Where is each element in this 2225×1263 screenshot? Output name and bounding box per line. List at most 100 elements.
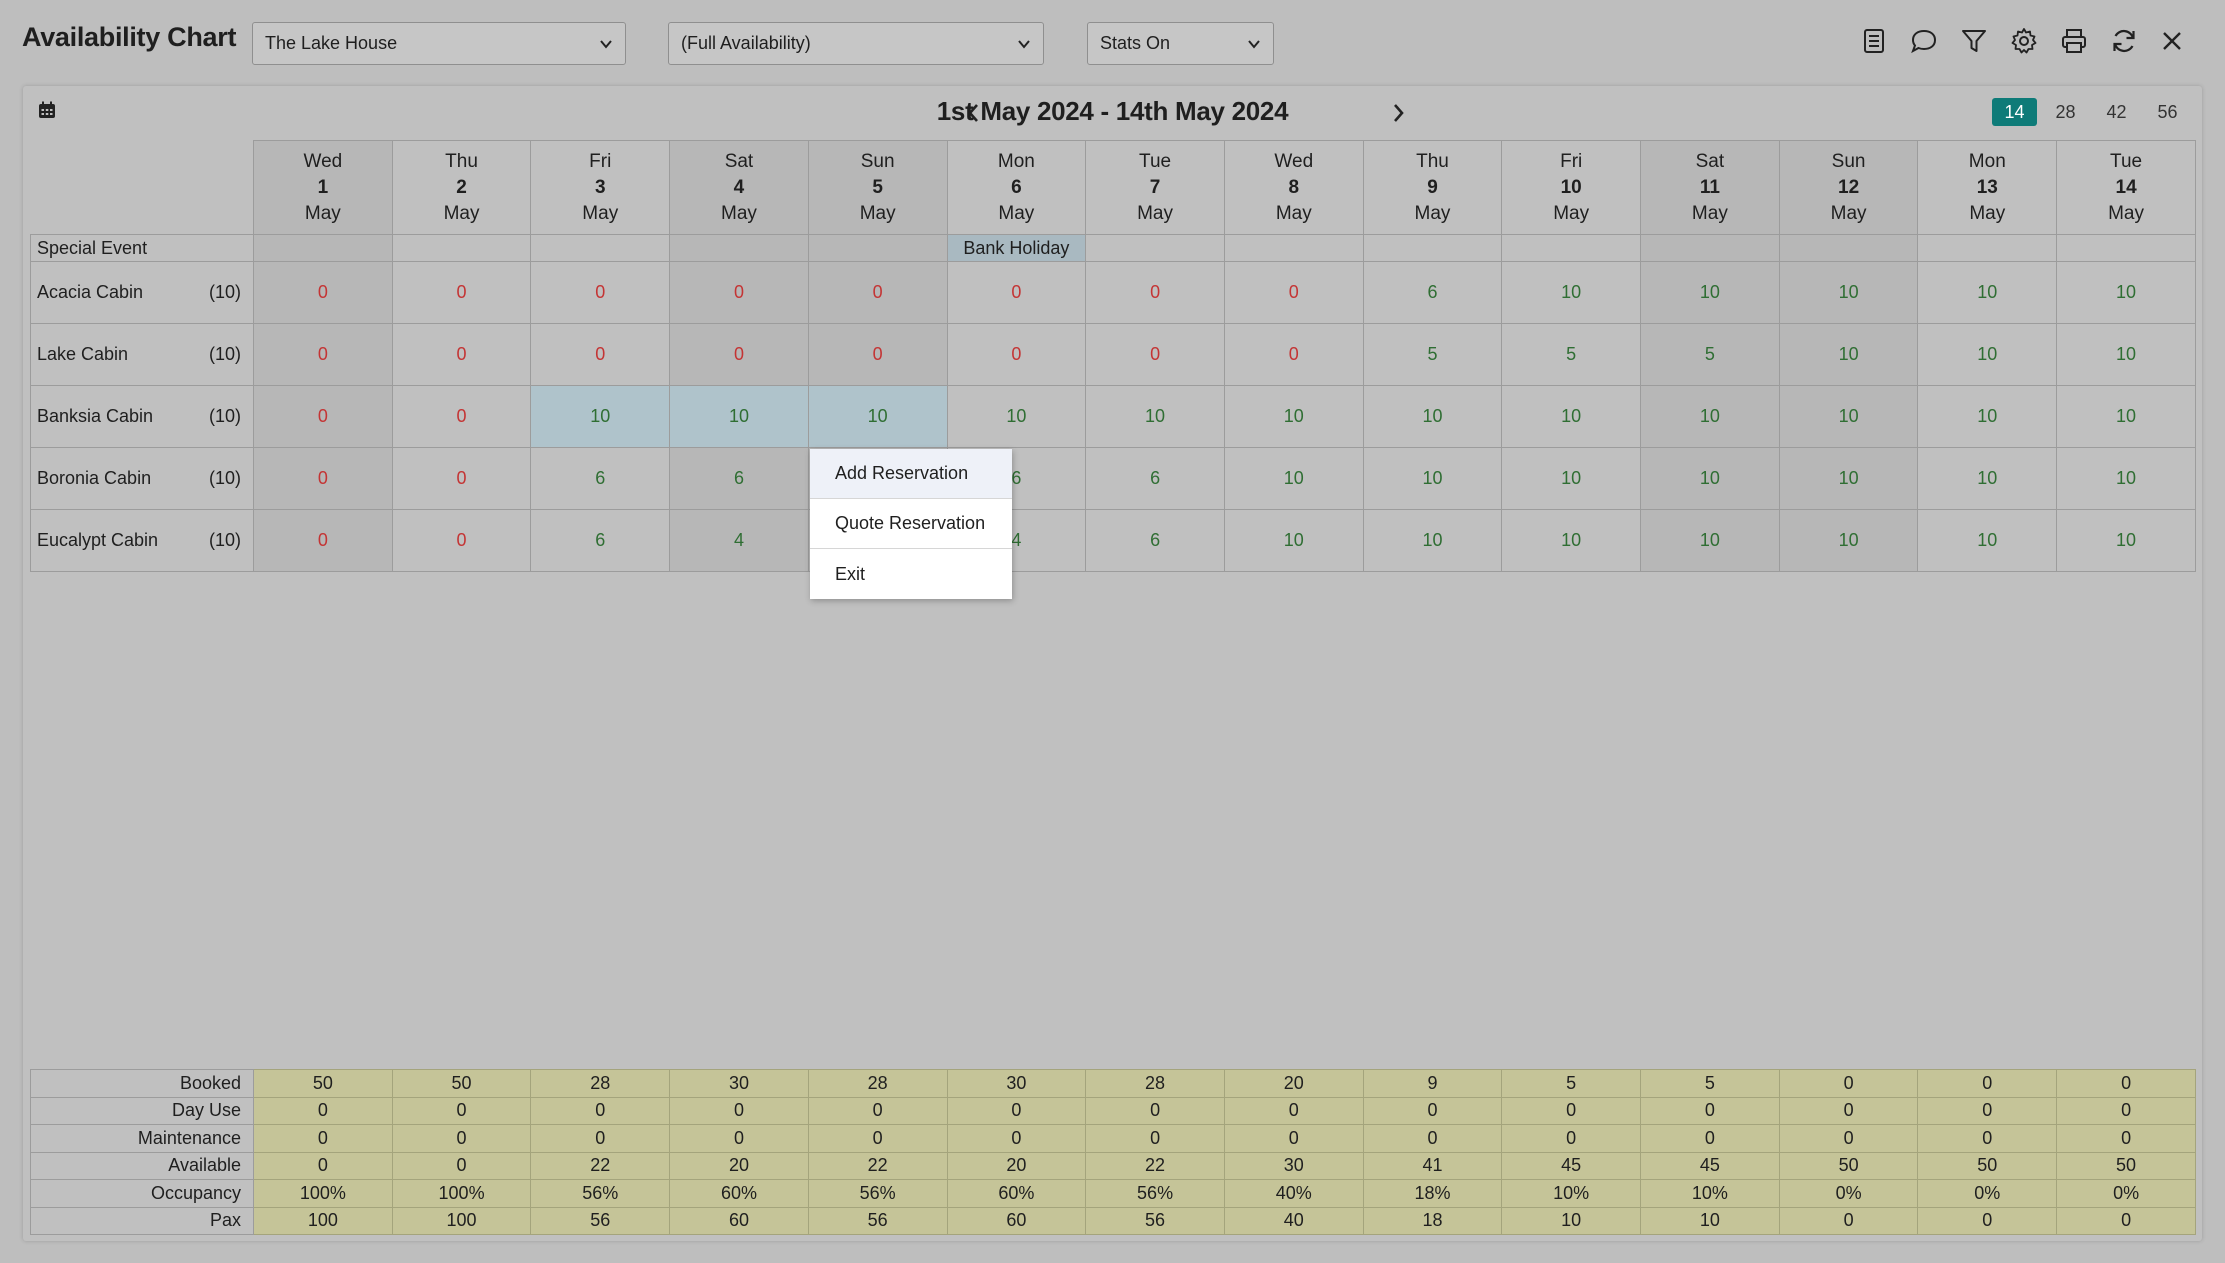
special-event-cell[interactable] — [1778, 234, 1919, 262]
availability-cell[interactable]: 5 — [1501, 323, 1642, 386]
period-14-button[interactable]: 14 — [1992, 98, 2037, 126]
refresh-icon[interactable] — [2109, 26, 2139, 56]
availability-cell[interactable]: 10 — [1917, 323, 2058, 386]
availability-cell[interactable]: 10 — [807, 385, 948, 448]
availability-cell[interactable]: 10 — [1917, 447, 2058, 510]
availability-cell[interactable]: 6 — [530, 509, 671, 572]
availability-cell[interactable]: 0 — [807, 261, 948, 324]
gear-icon[interactable] — [2009, 26, 2039, 56]
availability-cell[interactable]: 10 — [1778, 323, 1919, 386]
availability-cell[interactable]: 10 — [1778, 447, 1919, 510]
availability-cell[interactable]: 10 — [946, 385, 1087, 448]
availability-select[interactable]: (Full Availability) — [668, 22, 1044, 65]
special-event-cell[interactable] — [1223, 234, 1364, 262]
special-event-cell[interactable] — [1501, 234, 1642, 262]
availability-cell[interactable]: 10 — [1778, 385, 1919, 448]
special-event-cell[interactable] — [530, 234, 671, 262]
special-event-cell[interactable]: Bank Holiday — [946, 234, 1087, 262]
quote-reservation-menu-item[interactable]: Quote Reservation — [810, 499, 1012, 549]
availability-cell[interactable]: 10 — [1917, 509, 2058, 572]
availability-cell[interactable]: 10 — [1501, 509, 1642, 572]
availability-cell[interactable]: 0 — [391, 385, 532, 448]
availability-cell[interactable]: 0 — [530, 323, 671, 386]
close-icon[interactable] — [2157, 26, 2187, 56]
availability-cell[interactable]: 10 — [1917, 385, 2058, 448]
availability-cell[interactable]: 10 — [1640, 447, 1780, 510]
availability-cell[interactable]: 0 — [946, 261, 1087, 324]
availability-cell[interactable]: 0 — [807, 323, 948, 386]
add-reservation-menu-item[interactable]: Add Reservation — [810, 449, 1012, 499]
availability-cell[interactable]: 10 — [669, 385, 809, 448]
availability-cell[interactable]: 0 — [253, 323, 393, 386]
availability-cell[interactable]: 0 — [1085, 323, 1225, 386]
availability-cell[interactable]: 10 — [1778, 261, 1919, 324]
availability-cell[interactable]: 6 — [1362, 261, 1503, 324]
availability-cell[interactable]: 10 — [1917, 261, 2058, 324]
availability-cell[interactable]: 0 — [391, 323, 532, 386]
print-icon[interactable] — [2059, 26, 2089, 56]
availability-cell[interactable]: 10 — [1501, 385, 1642, 448]
availability-cell[interactable]: 10 — [2056, 509, 2196, 572]
special-event-cell[interactable] — [2056, 234, 2196, 262]
chat-icon[interactable] — [1909, 26, 1939, 56]
next-range-arrow[interactable] — [1387, 100, 1409, 126]
availability-cell[interactable]: 0 — [253, 447, 393, 510]
availability-cell[interactable]: 0 — [391, 261, 532, 324]
availability-cell[interactable]: 6 — [669, 447, 809, 510]
availability-cell[interactable]: 0 — [669, 323, 809, 386]
availability-cell[interactable]: 10 — [1223, 509, 1364, 572]
availability-cell[interactable]: 10 — [1640, 261, 1780, 324]
availability-cell[interactable]: 0 — [946, 323, 1087, 386]
availability-cell[interactable]: 10 — [1085, 385, 1225, 448]
special-event-cell[interactable] — [807, 234, 948, 262]
availability-cell[interactable]: 0 — [1223, 323, 1364, 386]
availability-cell[interactable]: 10 — [1223, 447, 1364, 510]
exit-menu-item[interactable]: Exit — [810, 549, 1012, 599]
period-42-button[interactable]: 42 — [2094, 98, 2139, 126]
availability-cell[interactable]: 10 — [1501, 447, 1642, 510]
special-event-cell[interactable] — [1917, 234, 2058, 262]
availability-cell[interactable]: 0 — [253, 261, 393, 324]
availability-cell[interactable]: 6 — [1085, 509, 1225, 572]
period-56-button[interactable]: 56 — [2145, 98, 2190, 126]
stat-value: 60% — [946, 1179, 1087, 1208]
availability-cell[interactable]: 10 — [1640, 509, 1780, 572]
availability-cell[interactable]: 10 — [1362, 447, 1503, 510]
availability-cell[interactable]: 5 — [1362, 323, 1503, 386]
filter-icon[interactable] — [1959, 26, 1989, 56]
property-select[interactable]: The Lake House — [252, 22, 626, 65]
stats-select[interactable]: Stats On — [1087, 22, 1274, 65]
availability-cell[interactable]: 10 — [1501, 261, 1642, 324]
availability-cell[interactable]: 0 — [253, 509, 393, 572]
availability-cell[interactable]: 0 — [391, 447, 532, 510]
availability-cell[interactable]: 10 — [2056, 323, 2196, 386]
availability-cell[interactable]: 10 — [530, 385, 671, 448]
period-28-button[interactable]: 28 — [2043, 98, 2088, 126]
availability-cell[interactable]: 10 — [1640, 385, 1780, 448]
availability-cell[interactable]: 5 — [1640, 323, 1780, 386]
availability-cell[interactable]: 0 — [530, 261, 671, 324]
availability-cell[interactable]: 0 — [1085, 261, 1225, 324]
special-event-cell[interactable] — [1640, 234, 1780, 262]
availability-cell[interactable]: 10 — [2056, 261, 2196, 324]
availability-cell[interactable]: 6 — [530, 447, 671, 510]
availability-cell[interactable]: 6 — [1085, 447, 1225, 510]
availability-cell[interactable]: 10 — [1778, 509, 1919, 572]
availability-cell[interactable]: 0 — [1223, 261, 1364, 324]
availability-cell[interactable]: 10 — [1223, 385, 1364, 448]
availability-cell[interactable]: 4 — [669, 509, 809, 572]
availability-cell[interactable]: 10 — [2056, 385, 2196, 448]
special-event-cell[interactable] — [391, 234, 532, 262]
availability-cell[interactable]: 10 — [1362, 509, 1503, 572]
special-event-cell[interactable] — [253, 234, 393, 262]
availability-cell[interactable]: 0 — [391, 509, 532, 572]
availability-cell[interactable]: 10 — [1362, 385, 1503, 448]
calendar-icon[interactable] — [37, 100, 57, 120]
list-icon[interactable] — [1859, 26, 1889, 56]
special-event-cell[interactable] — [1362, 234, 1503, 262]
availability-cell[interactable]: 10 — [2056, 447, 2196, 510]
special-event-cell[interactable] — [669, 234, 809, 262]
availability-cell[interactable]: 0 — [253, 385, 393, 448]
availability-cell[interactable]: 0 — [669, 261, 809, 324]
special-event-cell[interactable] — [1085, 234, 1225, 262]
